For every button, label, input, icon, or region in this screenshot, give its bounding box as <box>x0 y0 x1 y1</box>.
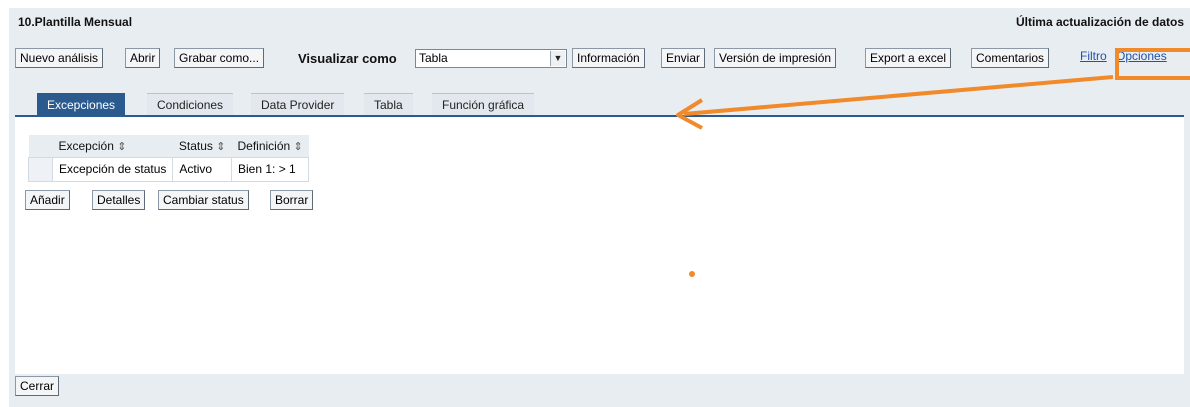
change-status-button[interactable]: Cambiar status <box>158 190 249 210</box>
chevron-down-icon[interactable]: ▼ <box>550 51 565 66</box>
tab-exceptions[interactable]: Excepciones <box>37 93 126 115</box>
table-header-row: Excepción ⇕ Status ⇕ Definición ⇕ <box>28 135 309 157</box>
column-header-exception[interactable]: Excepción ⇕ <box>52 135 173 157</box>
cell-status: Activo <box>172 156 232 182</box>
view-as-label: Visualizar como <box>298 51 397 66</box>
column-header-label: Definición <box>237 138 291 153</box>
cell-exception-name: Excepción de status <box>51 156 174 182</box>
details-button[interactable]: Detalles <box>92 190 146 210</box>
application-window: 10.Plantilla Mensual Última actualizació… <box>9 8 1190 407</box>
close-button[interactable]: Cerrar <box>15 376 60 396</box>
cell-definition: Bien 1: > 1 <box>230 156 310 182</box>
export-excel-button[interactable]: Export a excel <box>865 48 952 68</box>
column-header-label: Status <box>178 138 213 153</box>
select-column-header <box>28 135 53 157</box>
table-row[interactable]: Excepción de status Activo Bien 1: > 1 <box>28 156 310 182</box>
tab-bar: Excepciones Condiciones Data Provider Ta… <box>15 92 1184 117</box>
sort-icon[interactable]: ⇕ <box>294 141 303 153</box>
tab-conditions[interactable]: Condiciones <box>147 93 234 115</box>
open-button[interactable]: Abrir <box>125 48 161 68</box>
column-header-status[interactable]: Status ⇕ <box>172 135 232 157</box>
last-update-label: Última actualización de datos <box>1015 15 1184 29</box>
sort-icon[interactable]: ⇕ <box>216 141 225 153</box>
options-highlight-box <box>1115 48 1190 80</box>
tab-data-provider[interactable]: Data Provider <box>251 93 345 115</box>
add-button[interactable]: Añadir <box>25 190 70 210</box>
tab-chart-function[interactable]: Función gráfica <box>432 93 535 115</box>
footer-bar: Cerrar <box>15 376 215 400</box>
sort-icon[interactable]: ⇕ <box>117 141 126 153</box>
save-as-button[interactable]: Grabar como... <box>174 48 265 68</box>
column-header-definition[interactable]: Definición ⇕ <box>231 135 309 157</box>
print-version-button[interactable]: Versión de impresión <box>714 48 837 68</box>
filter-link[interactable]: Filtro <box>1080 49 1107 63</box>
title-bar: 10.Plantilla Mensual Última actualizació… <box>9 8 1190 34</box>
view-as-select[interactable]: Tabla ▼ <box>415 49 567 68</box>
delete-button[interactable]: Borrar <box>270 190 314 210</box>
send-button[interactable]: Enviar <box>661 48 706 68</box>
row-selector[interactable] <box>28 156 53 182</box>
new-analysis-button[interactable]: Nuevo análisis <box>15 48 104 68</box>
comments-button[interactable]: Comentarios <box>971 48 1050 68</box>
report-title: 10.Plantilla Mensual <box>18 15 133 29</box>
column-header-label: Excepción <box>58 138 114 153</box>
information-button[interactable]: Información <box>572 48 645 68</box>
tab-table[interactable]: Tabla <box>364 93 413 115</box>
toolbar: Nuevo análisis Abrir Grabar como... Visu… <box>9 48 1190 72</box>
grid-action-bar: Añadir Detalles Cambiar status Borrar <box>25 190 425 210</box>
view-as-value: Tabla <box>419 51 448 65</box>
exceptions-table: Excepción ⇕ Status ⇕ Definición ⇕ Excepc… <box>28 135 310 182</box>
exceptions-panel: Excepción ⇕ Status ⇕ Definición ⇕ Excepc… <box>15 117 1184 374</box>
